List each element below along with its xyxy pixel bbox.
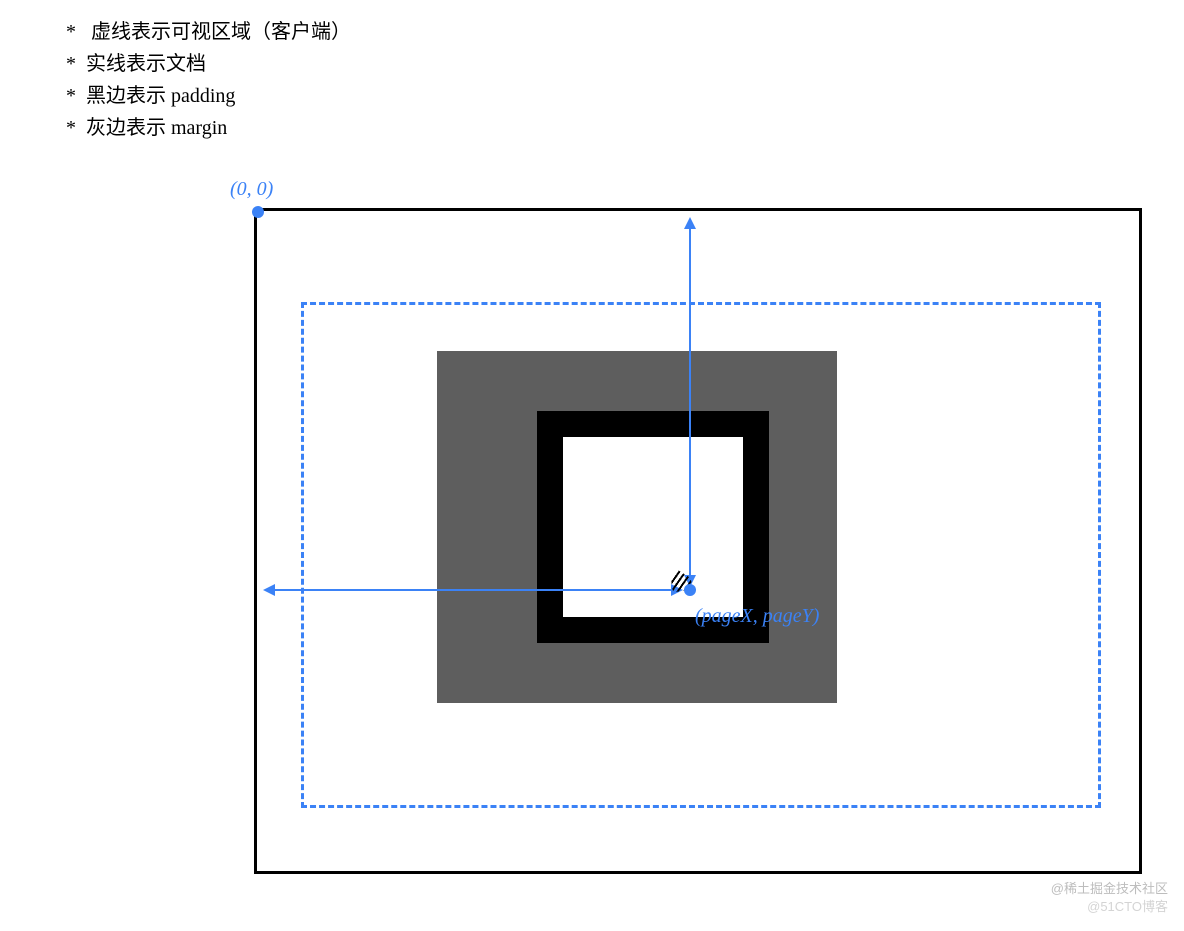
legend-item: * 实线表示文档 (66, 48, 351, 80)
legend-item: * 灰边表示 margin (66, 112, 351, 144)
margin-box (437, 351, 837, 703)
cursor-point-icon (684, 584, 696, 596)
legend-item: * 黑边表示 padding (66, 80, 351, 112)
legend-list: * 虚线表示可视区域（客户端） * 实线表示文档 * 黑边表示 padding … (66, 16, 351, 144)
diagram-container: (pageX, pageY) (0, 0) (254, 208, 1144, 876)
vertical-arrow-icon (689, 219, 691, 585)
watermark-text: @稀土掘金技术社区 (1051, 878, 1168, 897)
horizontal-arrow-icon (265, 589, 681, 591)
document-box: (pageX, pageY) (254, 208, 1142, 874)
origin-point-icon (252, 206, 264, 218)
legend-item: * 虚线表示可视区域（客户端） (66, 16, 351, 48)
origin-label: (0, 0) (230, 178, 273, 201)
coordinate-label: (pageX, pageY) (695, 605, 819, 628)
watermark-text: @51CTO博客 (1087, 896, 1168, 915)
